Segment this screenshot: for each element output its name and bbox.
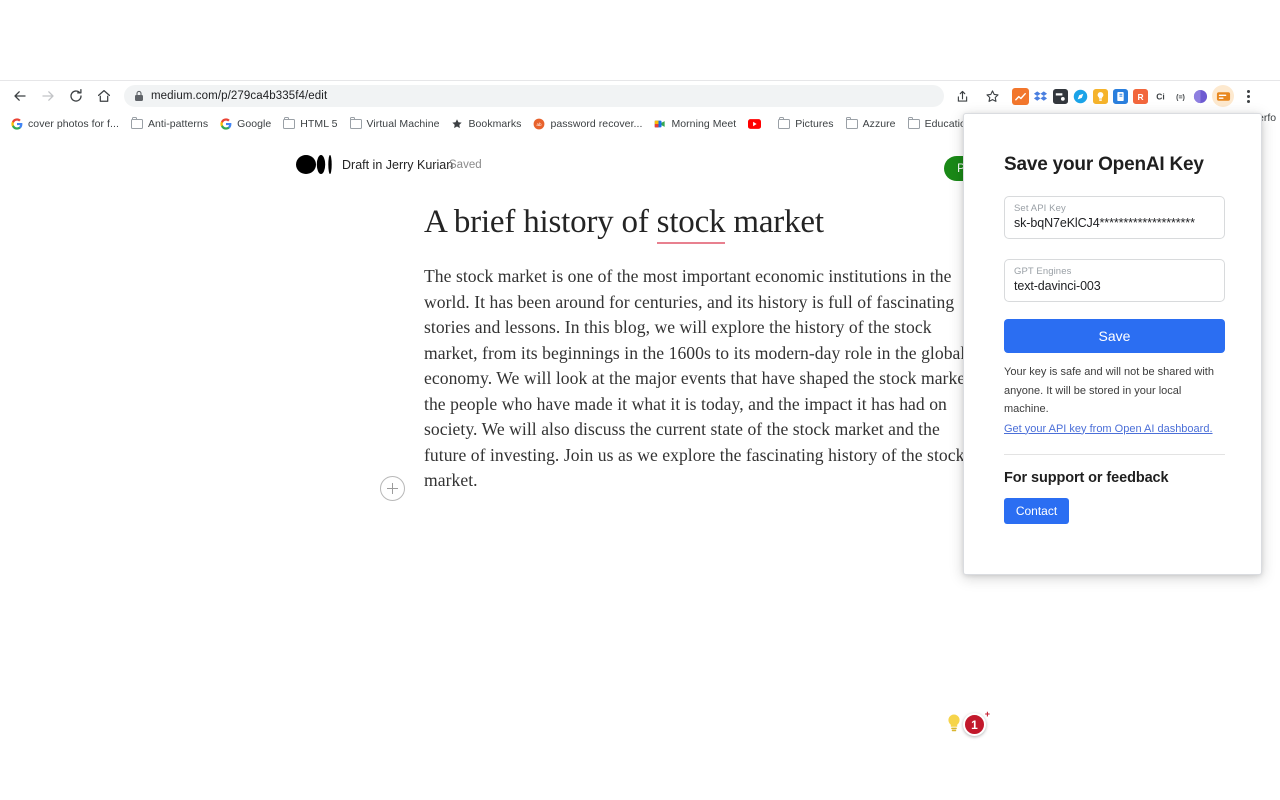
extensions-strip: R Ci (=) <box>1012 85 1259 107</box>
dropbox-extension-icon[interactable] <box>1032 88 1049 105</box>
menu-dot <box>1246 94 1250 98</box>
popup-title: Save your OpenAI Key <box>1004 154 1204 175</box>
article-title[interactable]: A brief history of stock market <box>424 202 984 244</box>
url-text: medium.com/p/279ca4b335f4/edit <box>151 90 328 102</box>
gpt-engine-value: text-davinci-003 <box>1014 279 1101 293</box>
folder-icon <box>130 116 143 129</box>
folder-icon <box>907 116 920 129</box>
bookmark-label: Azzure <box>862 118 896 130</box>
saved-status: Saved <box>449 159 482 171</box>
bookmark-item[interactable] <box>743 114 771 134</box>
google-meet-icon <box>654 118 666 130</box>
save-button[interactable]: Save <box>1004 319 1225 353</box>
menu-dot <box>1246 99 1250 103</box>
api-key-value: sk-bqN7eKlCJ4******************** <box>1014 216 1195 230</box>
svg-text:R: R <box>1137 91 1143 101</box>
purple-orb-extension-icon[interactable] <box>1192 88 1209 105</box>
lightbulb-icon[interactable] <box>944 712 964 734</box>
chart-extension-icon[interactable] <box>1012 87 1029 105</box>
folder-icon <box>778 116 791 129</box>
google-icon <box>11 118 23 130</box>
svg-text:Ci: Ci <box>1156 91 1164 101</box>
bookmark-item[interactable]: Morning Meet <box>649 114 741 134</box>
orange-circle-icon: ab <box>533 118 545 130</box>
gpt-engine-label: GPT Engines <box>1014 266 1072 277</box>
popup-content: Save your OpenAI Key Set API Key sk-bqN7… <box>1004 114 1225 524</box>
bookmark-label: Anti-patterns <box>147 118 209 130</box>
blue-note-extension-icon[interactable] <box>1112 88 1129 105</box>
privacy-note: Your key is safe and will not be shared … <box>1004 366 1214 415</box>
bookmark-label: Bookmarks <box>468 118 522 130</box>
title-misspelled-word: stock <box>656 204 726 244</box>
gpt-engine-field[interactable]: GPT Engines text-davinci-003 <box>1004 259 1225 302</box>
popup-divider <box>1004 454 1225 455</box>
bookmark-label: Virtual Machine <box>366 118 440 130</box>
bulb-extension-icon[interactable] <box>1092 88 1109 105</box>
google-icon <box>220 118 232 130</box>
bookmark-item[interactable]: Pictures <box>773 114 838 134</box>
youtube-icon <box>748 119 762 129</box>
support-heading: For support or feedback <box>1004 470 1169 486</box>
dark-extension-icon[interactable] <box>1052 88 1069 105</box>
bookmark-label: password recover... <box>550 118 643 130</box>
badge-count: 1 <box>963 713 986 736</box>
openai-key-popup: Save your OpenAI Key Set API Key sk-bqN7… <box>963 113 1262 575</box>
add-block-button[interactable] <box>380 476 405 501</box>
chrome-menu-button[interactable] <box>1239 85 1257 107</box>
bookmark-label: Morning Meet <box>671 118 737 130</box>
bookmark-item[interactable]: Azzure <box>841 114 901 134</box>
bookmark-label: cover photos for f... <box>28 118 119 130</box>
bookmark-label: Pictures <box>795 118 834 130</box>
bookmark-item[interactable]: cover photos for f... <box>6 114 124 134</box>
equals-extension-icon[interactable]: (=) <box>1172 88 1189 105</box>
bookmark-item[interactable]: ab password recover... <box>528 114 647 134</box>
api-key-dashboard-link[interactable]: Get your API key from Open AI dashboard. <box>1004 420 1225 439</box>
article-editor[interactable]: A brief history of stock market The stoc… <box>424 202 984 494</box>
bookmark-label: Google <box>237 118 272 130</box>
contact-button[interactable]: Contact <box>1004 498 1069 524</box>
draft-status: Draft in Jerry Kurian <box>342 158 454 172</box>
bookmark-item[interactable]: Google <box>215 114 276 134</box>
folder-icon <box>349 116 362 129</box>
article-body[interactable]: The stock market is one of the most impo… <box>424 264 984 494</box>
bookmark-item[interactable]: HTML 5 <box>278 114 342 134</box>
star-icon[interactable] <box>978 82 1006 110</box>
svg-text:(=): (=) <box>1176 94 1185 101</box>
back-button[interactable] <box>6 82 34 110</box>
api-key-label: Set API Key <box>1014 203 1066 214</box>
ci-extension-icon[interactable]: Ci <box>1152 88 1169 105</box>
lock-icon <box>134 90 144 102</box>
folder-icon <box>283 116 296 129</box>
title-prefix: A brief history of <box>424 204 657 240</box>
bookmark-label: HTML 5 <box>300 118 338 130</box>
orange-r-extension-icon[interactable]: R <box>1132 88 1149 105</box>
share-icon[interactable] <box>948 82 976 110</box>
bookmark-item[interactable]: Bookmarks <box>446 114 526 134</box>
notification-badge[interactable]: 1 + <box>963 710 990 737</box>
menu-dot <box>1246 89 1250 93</box>
bookmark-item[interactable]: Virtual Machine <box>345 114 445 134</box>
openai-key-extension-icon[interactable] <box>1212 85 1234 107</box>
svg-text:ab: ab <box>537 122 543 127</box>
bookmark-item[interactable]: Anti-patterns <box>126 114 213 134</box>
title-suffix: market <box>725 204 824 240</box>
medium-logo[interactable] <box>296 155 334 174</box>
home-button[interactable] <box>90 82 118 110</box>
address-bar[interactable]: medium.com/p/279ca4b335f4/edit <box>124 85 944 107</box>
folder-icon <box>845 116 858 129</box>
compass-extension-icon[interactable] <box>1072 88 1089 105</box>
navigation-toolbar: medium.com/p/279ca4b335f4/edit R Ci (=) <box>0 81 1280 111</box>
browser-window: medium.com/p/279ca4b335f4/edit R Ci (=) … <box>0 0 1280 800</box>
forward-button[interactable] <box>34 82 62 110</box>
badge-plus: + <box>984 709 990 719</box>
star-icon <box>451 118 463 130</box>
omnibox-actions <box>948 82 1006 110</box>
api-key-field[interactable]: Set API Key sk-bqN7eKlCJ4***************… <box>1004 196 1225 239</box>
reload-button[interactable] <box>62 82 90 110</box>
